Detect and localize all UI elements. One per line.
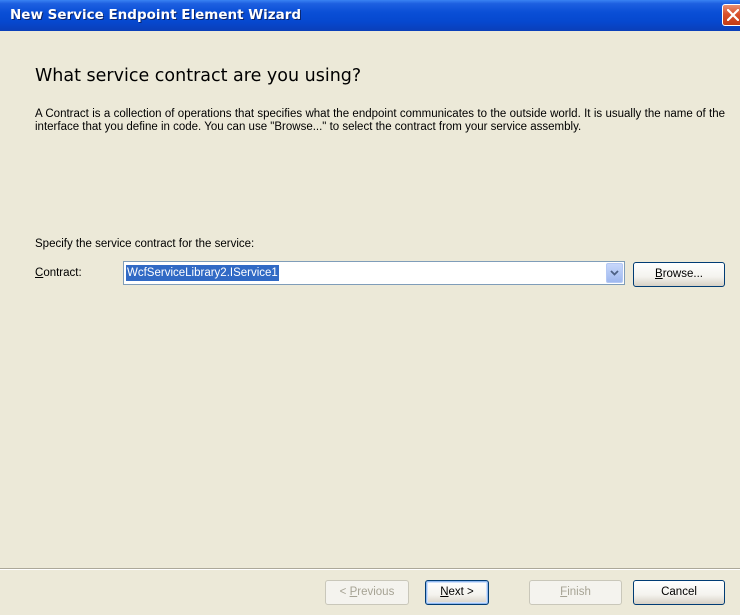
next-button[interactable]: Next >: [425, 580, 489, 605]
previous-label: revious: [357, 586, 395, 598]
window-title: New Service Endpoint Element Wizard: [10, 7, 302, 23]
cancel-button[interactable]: Cancel: [633, 580, 725, 605]
browse-accel: B: [655, 268, 663, 280]
close-button[interactable]: [722, 4, 740, 26]
finish-label: inish: [567, 586, 591, 598]
contract-dropdown-button[interactable]: [606, 263, 623, 283]
contract-value[interactable]: WcfServiceLibrary2.IService1: [126, 265, 279, 281]
next-label: ext >: [448, 586, 474, 598]
contract-combobox[interactable]: WcfServiceLibrary2.IService1: [123, 261, 625, 285]
chevron-down-icon: [610, 270, 619, 276]
contract-label: Contract:: [35, 267, 82, 279]
footer-divider: [0, 568, 740, 570]
previous-prefix: <: [339, 586, 350, 598]
previous-button[interactable]: < Previous: [325, 580, 409, 605]
page-description: A Contract is a collection of operations…: [35, 108, 725, 133]
contract-label-text: ontract:: [43, 267, 82, 279]
next-accel: N: [440, 586, 449, 598]
specify-contract-label: Specify the service contract for the ser…: [35, 238, 255, 250]
title-bar[interactable]: New Service Endpoint Element Wizard: [0, 0, 740, 31]
browse-button[interactable]: Browse...: [633, 262, 725, 287]
finish-button[interactable]: Finish: [529, 580, 622, 605]
page-heading: What service contract are you using?: [35, 66, 362, 86]
close-icon: [727, 9, 739, 21]
browse-label: rowse...: [662, 268, 703, 280]
